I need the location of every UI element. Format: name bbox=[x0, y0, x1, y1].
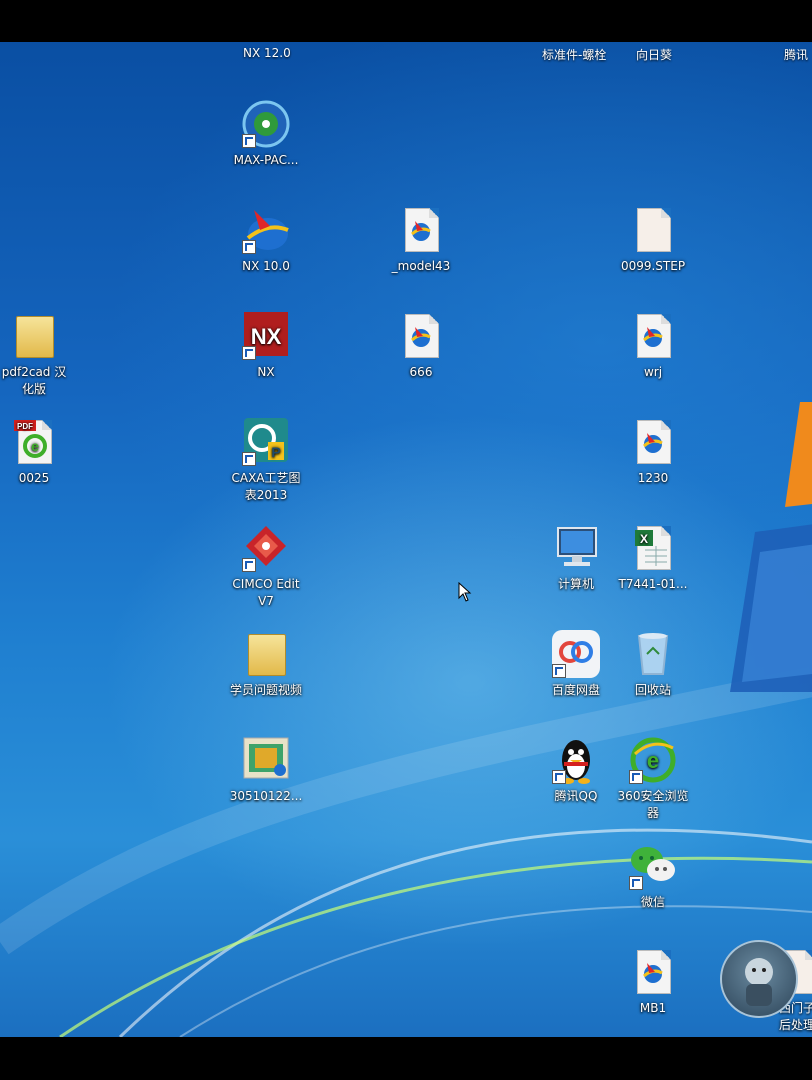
icon-label: wrj bbox=[643, 365, 663, 379]
floating-avatar-widget[interactable] bbox=[720, 940, 798, 1018]
desktop-icon-t7441[interactable]: X T7441-01... bbox=[608, 522, 698, 593]
icon-label: pdf2cad 汉 化版 bbox=[1, 365, 67, 396]
desktop[interactable]: NX 12.0 标准件-螺栓 向日葵 腾讯 MAX-PAC... NX 10.0… bbox=[0, 42, 812, 1037]
cimco-icon bbox=[240, 522, 292, 574]
shortcut-arrow-icon bbox=[242, 240, 256, 254]
desktop-icon-caxa[interactable]: P CAXA工艺图 表2013 bbox=[221, 416, 311, 504]
baidu-netdisk-icon bbox=[550, 628, 602, 680]
qq-penguin-icon bbox=[550, 734, 602, 786]
shortcut-arrow-icon bbox=[629, 876, 643, 890]
blank-file-icon bbox=[627, 204, 679, 256]
desktop-icon-0025[interactable]: PDF e 0025 bbox=[0, 416, 79, 487]
shortcut-arrow-icon bbox=[242, 346, 256, 360]
desktop-icon-maxpac[interactable]: MAX-PAC... bbox=[221, 98, 311, 169]
icon-label: CIMCO Edit V7 bbox=[232, 577, 300, 608]
desktop-icon-wrj[interactable]: wrj bbox=[608, 310, 698, 381]
folder-icon bbox=[8, 310, 60, 362]
nx-part-file-icon bbox=[627, 310, 679, 362]
icon-label: NX bbox=[257, 365, 275, 379]
bottom-black-bar bbox=[0, 1037, 812, 1080]
tencent-label[interactable]: 腾讯 bbox=[784, 46, 808, 63]
nx-globe-icon bbox=[240, 204, 292, 256]
desktop-icon-mb1[interactable]: MB1 bbox=[608, 946, 698, 1017]
nx-part-file-icon bbox=[395, 310, 447, 362]
360-browser-icon: e bbox=[627, 734, 679, 786]
icon-label: CAXA工艺图 表2013 bbox=[231, 471, 301, 502]
nx-part-file-icon bbox=[395, 204, 447, 256]
nx12-label[interactable]: NX 12.0 bbox=[243, 46, 291, 60]
icon-label: MB1 bbox=[639, 1001, 667, 1015]
desktop-icon-xueyuan-video[interactable]: 学员问题视频 bbox=[221, 628, 311, 699]
desktop-icon-recycle-bin[interactable]: 回收站 bbox=[608, 628, 698, 699]
desktop-icon-wechat[interactable]: 微信 bbox=[608, 840, 698, 911]
svg-text:PDF: PDF bbox=[17, 422, 33, 431]
computer-icon bbox=[550, 522, 602, 574]
desktop-icon-360-browser[interactable]: e 360安全浏览 器 bbox=[608, 734, 698, 822]
nx-logo-icon: NX bbox=[240, 310, 292, 362]
icon-label: 回收站 bbox=[634, 683, 671, 697]
folder-icon bbox=[240, 628, 292, 680]
shortcut-arrow-icon bbox=[552, 664, 566, 678]
shortcut-arrow-icon bbox=[629, 770, 643, 784]
icon-label: 666 bbox=[409, 365, 433, 379]
icon-label: NX 10.0 bbox=[242, 259, 290, 273]
mouse-cursor-icon bbox=[458, 582, 472, 602]
excel-file-icon: X bbox=[627, 522, 679, 574]
svg-text:P: P bbox=[271, 444, 280, 460]
svg-text:e: e bbox=[647, 748, 659, 773]
desktop-icon-model43[interactable]: _model43 bbox=[376, 204, 466, 275]
icon-label: MAX-PAC... bbox=[233, 153, 299, 167]
shortcut-arrow-icon bbox=[242, 134, 256, 148]
biaozhunjian-label[interactable]: 标准件-螺栓 bbox=[542, 46, 606, 63]
desktop-icon-nx10[interactable]: NX 10.0 bbox=[221, 204, 311, 275]
desktop-icon-666[interactable]: 666 bbox=[376, 310, 466, 381]
shortcut-arrow-icon bbox=[242, 558, 256, 572]
desktop-icon-1230[interactable]: 1230 bbox=[608, 416, 698, 487]
top-black-bar bbox=[0, 0, 812, 42]
nx-part-file-icon bbox=[627, 416, 679, 468]
desktop-icon-nx[interactable]: NX NX bbox=[221, 310, 311, 381]
icon-label: 30510122... bbox=[229, 789, 303, 803]
shortcut-arrow-icon bbox=[552, 770, 566, 784]
icon-label: 1230 bbox=[637, 471, 669, 485]
desktop-icon-30510122[interactable]: 30510122... bbox=[221, 734, 311, 805]
windows-logo bbox=[730, 402, 812, 692]
caxa-icon: P bbox=[240, 416, 292, 468]
desktop-icon-cimco[interactable]: CIMCO Edit V7 bbox=[221, 522, 311, 610]
icon-label: 学员问题视频 bbox=[229, 683, 302, 697]
desktop-icon-pdf2cad[interactable]: pdf2cad 汉 化版 bbox=[0, 310, 79, 398]
recycle-bin-icon bbox=[627, 628, 679, 680]
wechat-icon bbox=[627, 840, 679, 892]
icon-label: 微信 bbox=[640, 895, 665, 909]
shortcut-arrow-icon bbox=[242, 452, 256, 466]
maxpac-icon bbox=[240, 98, 292, 150]
nx-part-file-icon bbox=[627, 946, 679, 998]
pdf-ie-icon: PDF e bbox=[8, 416, 60, 468]
desktop-icon-0099-step[interactable]: 0099.STEP bbox=[608, 204, 698, 275]
svg-text:X: X bbox=[640, 532, 648, 546]
icon-label: 0099.STEP bbox=[620, 259, 686, 273]
icon-label: 360安全浏览 器 bbox=[617, 789, 689, 820]
icon-label: 0025 bbox=[18, 471, 50, 485]
icon-label: T7441-01... bbox=[618, 577, 688, 591]
xiangrikui-label[interactable]: 向日葵 bbox=[636, 46, 672, 63]
image-file-icon bbox=[240, 734, 292, 786]
icon-label: _model43 bbox=[391, 259, 451, 273]
svg-text:e: e bbox=[31, 438, 39, 454]
